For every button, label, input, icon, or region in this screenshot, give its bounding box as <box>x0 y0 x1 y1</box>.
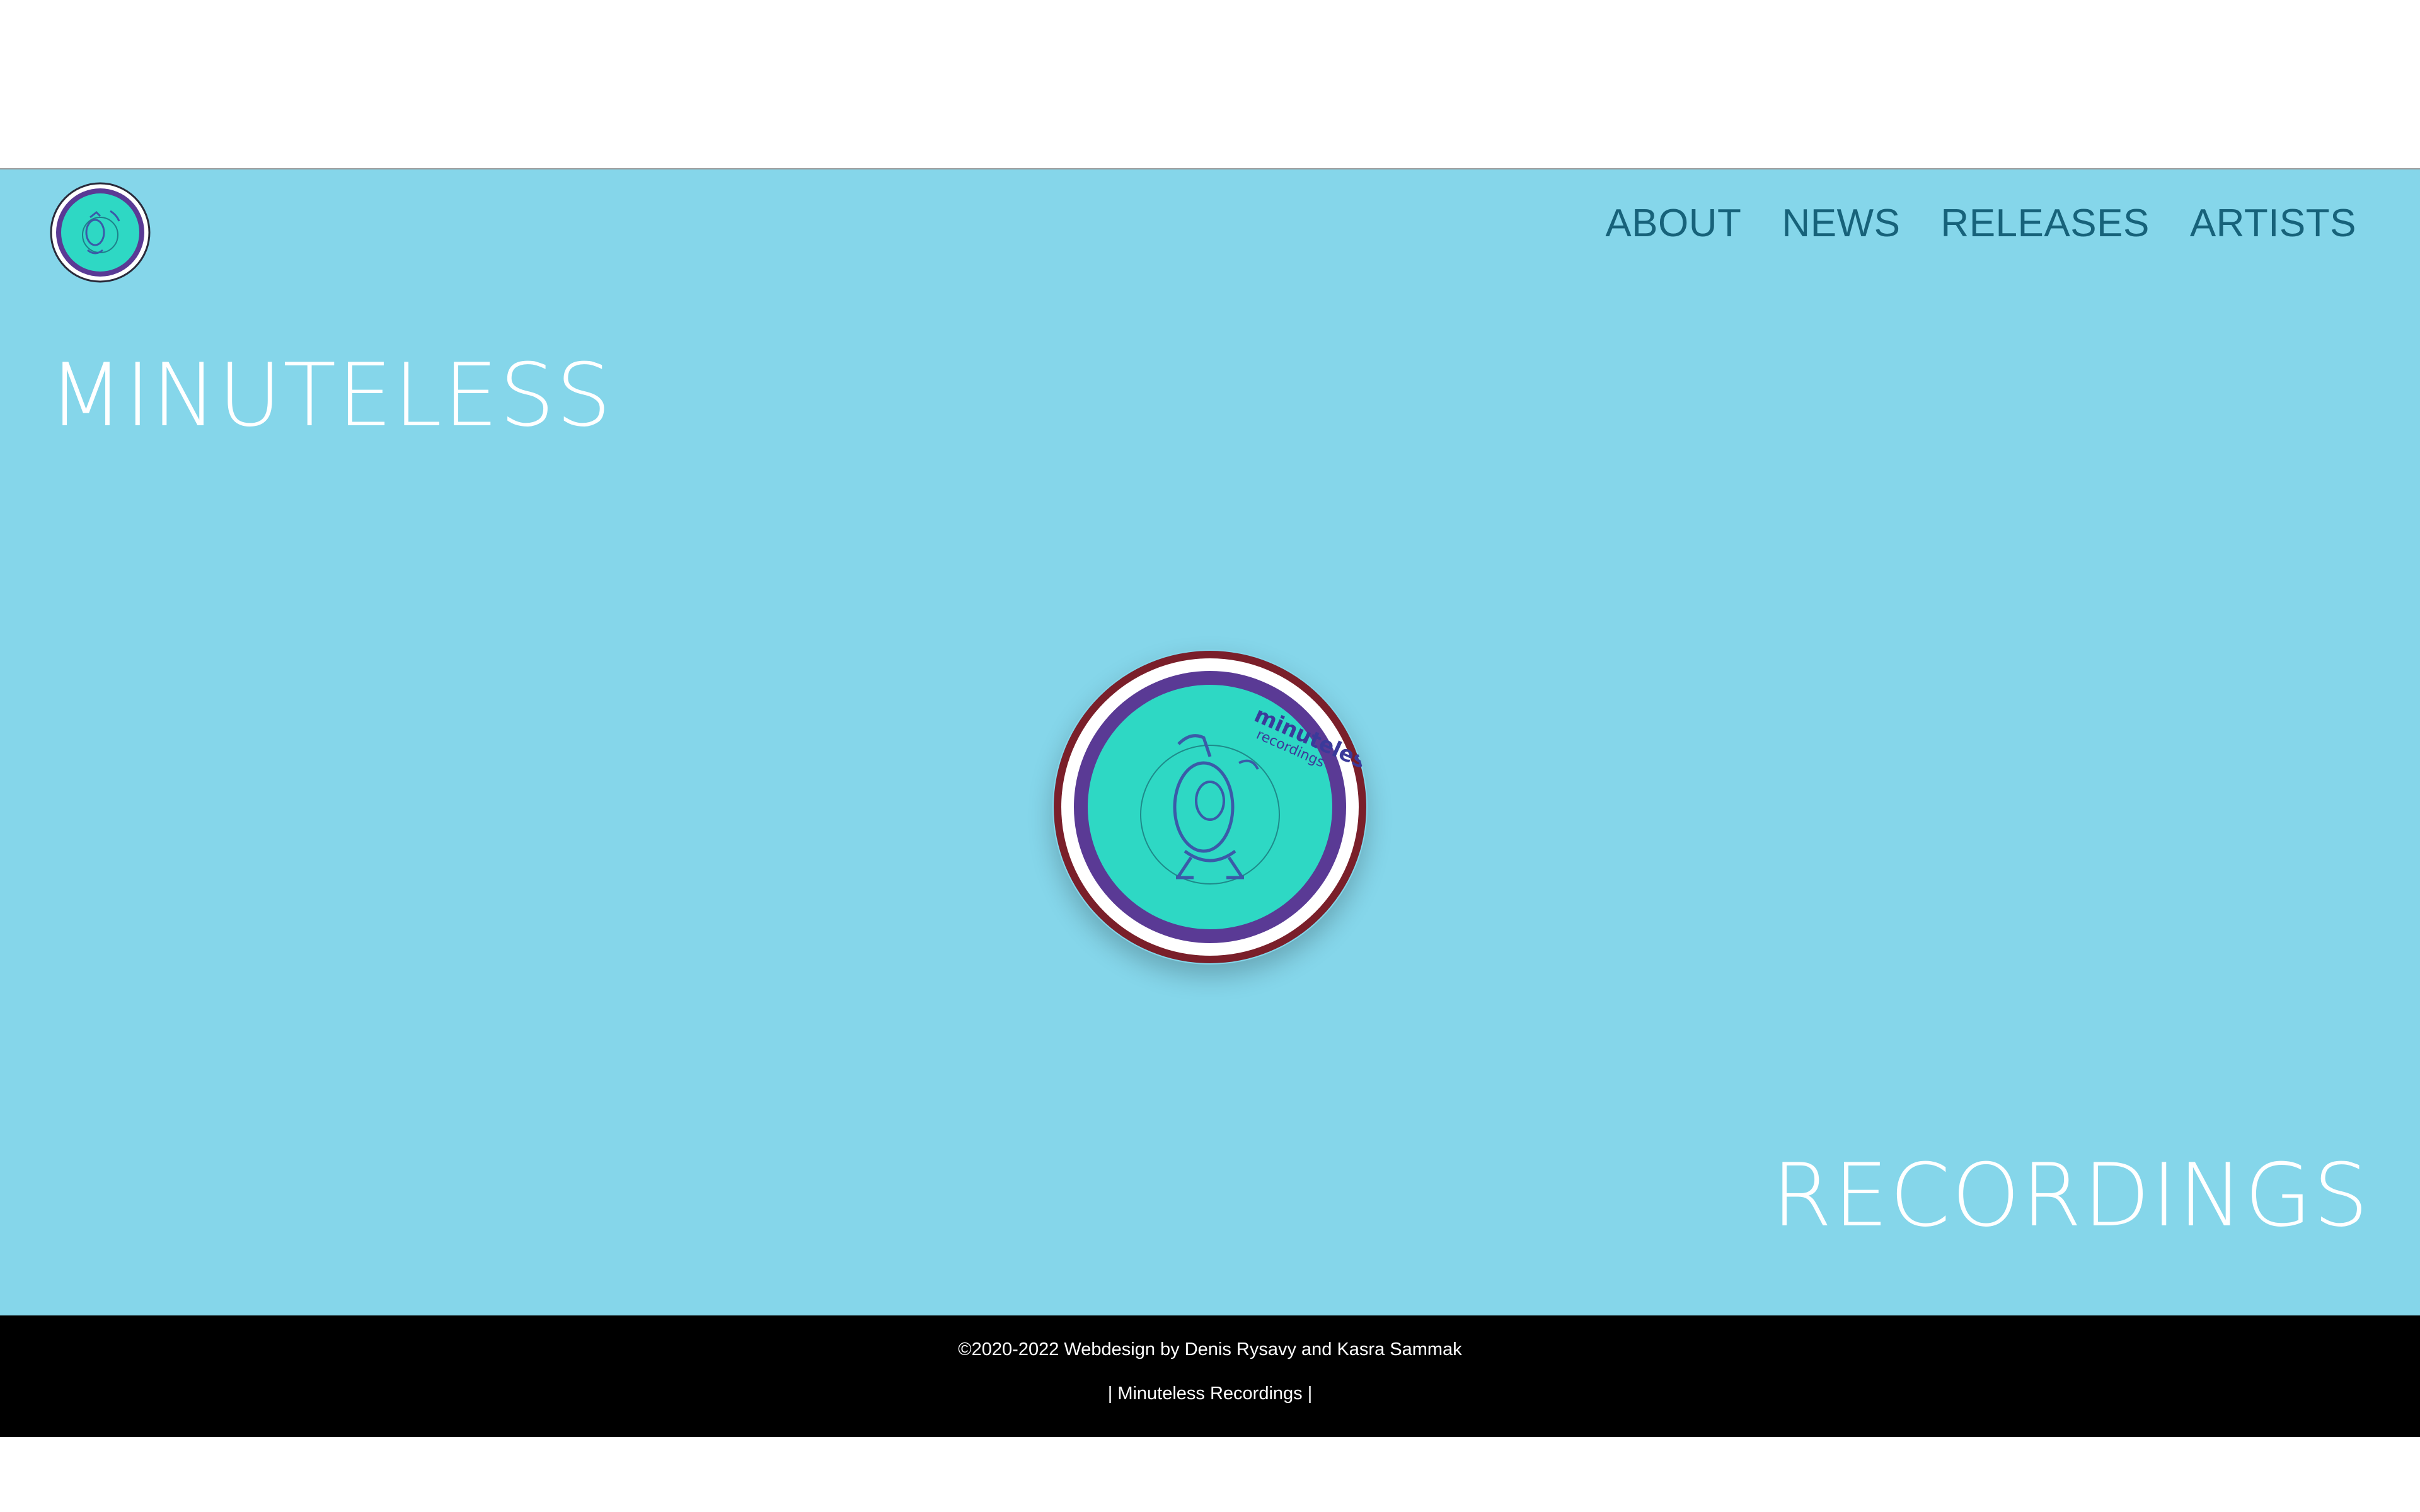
footer-link-line: | Minuteless Recordings | <box>0 1383 2420 1404</box>
site-footer: ©2020-2022 Webdesign by Denis Rysavy and… <box>0 1315 2420 1437</box>
hero-section: ABOUT NEWS RELEASES ARTISTS MINUTELESS m… <box>0 168 2420 1315</box>
main-nav: ABOUT NEWS RELEASES ARTISTS <box>1605 201 2356 246</box>
hero-title-minuteless: MINUTELESS <box>49 345 613 446</box>
bottom-blank-area <box>0 1437 2420 1512</box>
hero-title-recordings: RECORDINGS <box>1772 1145 2370 1246</box>
top-blank-area <box>0 0 2420 168</box>
nav-releases-link[interactable]: RELEASES <box>1940 201 2149 246</box>
minuteless-disc-logo: minuteless recordings <box>1054 651 1368 963</box>
nav-news-link[interactable]: NEWS <box>1782 201 1900 246</box>
footer-link-prefix: | <box>1107 1383 1113 1404</box>
footer-copyright: ©2020-2022 Webdesign by Denis Rysavy and… <box>958 1339 1462 1360</box>
nav-about-link[interactable]: ABOUT <box>1605 201 1741 246</box>
footer-link-suffix: | <box>1307 1383 1313 1404</box>
nav-artists-link[interactable]: ARTISTS <box>2190 201 2356 246</box>
minuteless-logo-icon[interactable] <box>50 182 151 283</box>
footer-minuteless-link[interactable]: Minuteless Recordings <box>1117 1383 1302 1404</box>
